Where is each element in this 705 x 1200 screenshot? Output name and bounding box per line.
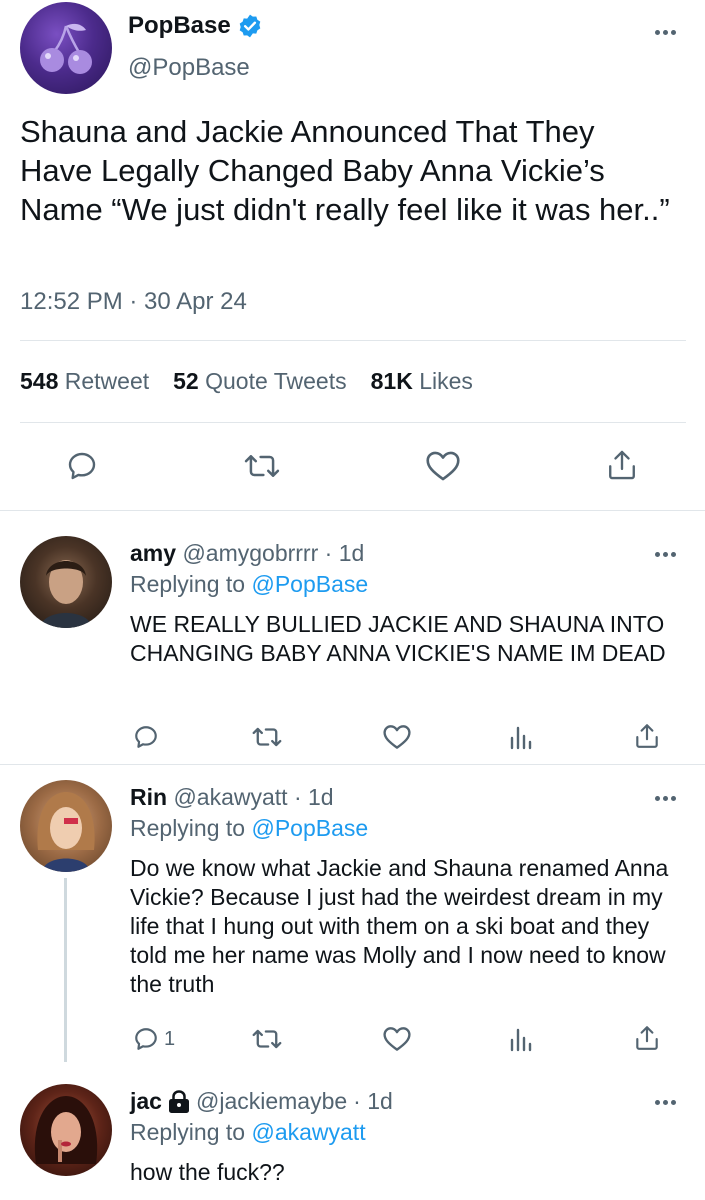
avatar[interactable] (20, 536, 112, 628)
reply-icon[interactable] (66, 450, 98, 482)
retweet-icon[interactable] (252, 1026, 282, 1052)
retweets-stat[interactable]: 548 Retweet (20, 368, 149, 395)
likes-label: Likes (419, 368, 473, 394)
reply-header: amy @amygobrrrr · 1d (130, 540, 364, 567)
like-icon[interactable] (425, 450, 461, 482)
more-icon[interactable] (655, 794, 679, 802)
replying-to-label: Replying to (130, 571, 246, 597)
reply-age: · 1d (293, 784, 334, 810)
avatar-photo (37, 792, 95, 872)
author-handle[interactable]: @PopBase (128, 54, 250, 82)
reply-age: · 1d (324, 540, 365, 566)
reply-author-handle[interactable]: @amygobrrrr (182, 540, 318, 566)
share-icon[interactable] (634, 1024, 660, 1052)
more-icon[interactable] (655, 550, 679, 558)
tweet-stats: 548 Retweet 52 Quote Tweets 81K Likes (20, 368, 473, 395)
tweet-timestamp[interactable]: 12:52 PM · 30 Apr 24 (20, 288, 247, 316)
avatar-photo (34, 1096, 98, 1164)
author-name-text[interactable]: PopBase (128, 12, 231, 40)
share-icon[interactable] (606, 448, 638, 482)
replying-to: Replying to @PopBase (130, 571, 368, 598)
avatar[interactable] (20, 2, 112, 94)
reply-text: Do we know what Jackie and Shauna rename… (130, 855, 669, 997)
author-name[interactable]: PopBase (128, 12, 263, 40)
share-icon[interactable] (634, 722, 660, 750)
analytics-icon[interactable] (509, 1026, 533, 1052)
tweet-text: Shauna and Jackie Announced That They Ha… (20, 114, 670, 227)
likes-stat[interactable]: 81K Likes (371, 368, 473, 395)
more-icon[interactable] (655, 1098, 679, 1106)
avatar[interactable] (20, 780, 112, 872)
retweets-count: 548 (20, 368, 59, 394)
replying-to-label: Replying to (130, 815, 246, 841)
replying-to-mention[interactable]: @akawyatt (251, 1119, 365, 1145)
reply-tweet[interactable]: Rin @akawyatt · 1d Replying to @PopBase … (0, 766, 705, 1070)
likes-count: 81K (370, 368, 413, 394)
replying-to-label: Replying to (130, 1119, 246, 1145)
reply-author-name[interactable]: jac (130, 1088, 162, 1115)
divider (20, 340, 686, 341)
reply-author-handle[interactable]: @jackiemaybe (196, 1088, 347, 1115)
main-tweet: PopBase @PopBase Shauna and Jackie Annou… (0, 0, 705, 512)
divider (0, 510, 705, 511)
more-icon[interactable] (655, 28, 679, 36)
reply-header: jac @jackiemaybe · 1d (130, 1088, 393, 1115)
analytics-icon[interactable] (509, 724, 533, 750)
avatar[interactable] (20, 1084, 112, 1176)
like-icon[interactable] (382, 724, 412, 750)
cherry-logo-icon (40, 23, 92, 74)
quotes-label: Quote Tweets (205, 368, 347, 394)
replying-to: Replying to @akawyatt (130, 1119, 366, 1146)
divider (0, 764, 705, 765)
reply-age: · 1d (353, 1088, 393, 1114)
thread-line (64, 878, 67, 1062)
reply-author-name[interactable]: Rin (130, 784, 167, 810)
reply-icon[interactable] (133, 724, 159, 750)
divider (20, 422, 686, 423)
reply-text: WE REALLY BULLIED JACKIE AND SHAUNA INTO… (130, 611, 666, 666)
replying-to-mention[interactable]: @PopBase (251, 571, 368, 597)
reply-count: 1 (164, 1028, 176, 1050)
reply-author-name[interactable]: amy (130, 540, 176, 566)
reply-text: how the fuck?? (130, 1159, 285, 1185)
avatar-photo (40, 560, 92, 628)
reply-author-handle[interactable]: @akawyatt (173, 784, 287, 810)
quotes-count: 52 (173, 368, 199, 394)
replying-to-mention[interactable]: @PopBase (251, 815, 368, 841)
retweet-icon[interactable] (244, 450, 280, 482)
reply-tweet[interactable]: jac @jackiemaybe · 1d Replying to @akawy… (0, 1070, 705, 1200)
quotes-stat[interactable]: 52 Quote Tweets (173, 368, 346, 395)
reply-header: Rin @akawyatt · 1d (130, 784, 334, 811)
lock-icon (168, 1089, 189, 1113)
retweet-icon[interactable] (252, 724, 282, 750)
replying-to: Replying to @PopBase (130, 815, 368, 842)
like-icon[interactable] (382, 1026, 412, 1052)
verified-badge-icon (239, 14, 260, 38)
reply-tweet[interactable]: amy @amygobrrrr · 1d Replying to @PopBas… (0, 512, 705, 766)
retweets-label: Retweet (64, 368, 150, 394)
reply-icon[interactable] (133, 1026, 159, 1052)
